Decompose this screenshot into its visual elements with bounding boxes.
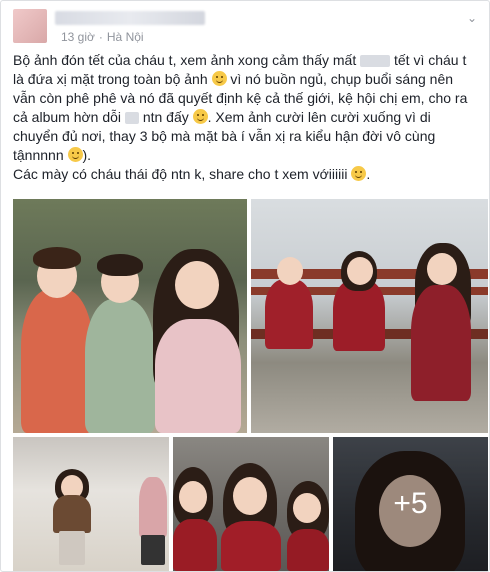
text-line-6: ).	[82, 147, 92, 163]
girl-pink-dress	[155, 319, 241, 433]
text-line-7: Các mày có cháu thái độ ntn k, share cho…	[13, 166, 348, 182]
more-photos-overlay[interactable]: +5	[333, 437, 488, 571]
girl-red-outfit	[265, 279, 313, 349]
smile-emoji-icon	[211, 71, 227, 86]
text-line-4: ntn đấy	[142, 109, 189, 125]
girl-pink-outfit	[139, 477, 167, 537]
girl-red-outfit	[173, 519, 217, 571]
girl-head	[427, 253, 457, 285]
girl-head	[179, 481, 207, 513]
post-card: ⌄ 13 giờ · Hà Nội Bộ ảnh đón tết của chá…	[0, 0, 490, 572]
girl-head	[175, 261, 219, 309]
smile-emoji-icon	[67, 147, 83, 162]
smile-emoji-icon	[192, 109, 208, 124]
girl-legs	[59, 531, 85, 565]
avatar[interactable]	[13, 9, 47, 43]
post-location[interactable]: Hà Nội	[107, 30, 144, 44]
girl-head	[233, 477, 267, 515]
girl-red-dress	[411, 285, 471, 401]
girl-red-outfit	[221, 521, 281, 571]
more-photos-count: +5	[393, 487, 428, 520]
photo-4[interactable]	[173, 437, 329, 571]
girl-head	[277, 257, 303, 285]
photo-2[interactable]	[251, 199, 488, 433]
meta-separator: ·	[98, 30, 103, 44]
girl-red-dress	[21, 289, 93, 433]
post-text: Bộ ảnh đón tết của cháu t, xem ảnh xong …	[13, 52, 468, 182]
photo-3[interactable]	[13, 437, 169, 571]
photo-1[interactable]	[13, 199, 247, 433]
blurred-word	[124, 112, 139, 125]
girl-hair	[33, 247, 81, 269]
chevron-down-icon[interactable]: ⌄	[467, 11, 477, 25]
author-name-blurred[interactable]	[55, 11, 205, 25]
girl-legs	[141, 535, 165, 565]
girl-red-outfit	[287, 529, 329, 571]
girl-head	[347, 257, 373, 285]
smile-emoji-icon	[351, 166, 367, 181]
blurred-word	[360, 55, 391, 68]
post-meta: 13 giờ · Hà Nội	[61, 30, 144, 44]
girl-brown-sweater	[53, 495, 91, 533]
girl-head	[293, 493, 321, 523]
text-line-1: Bộ ảnh đón tết của cháu t, xem ảnh xong …	[13, 52, 357, 68]
girl-hair	[97, 254, 143, 276]
post-time[interactable]: 13 giờ	[61, 30, 95, 44]
girl-green-dress	[85, 299, 155, 433]
